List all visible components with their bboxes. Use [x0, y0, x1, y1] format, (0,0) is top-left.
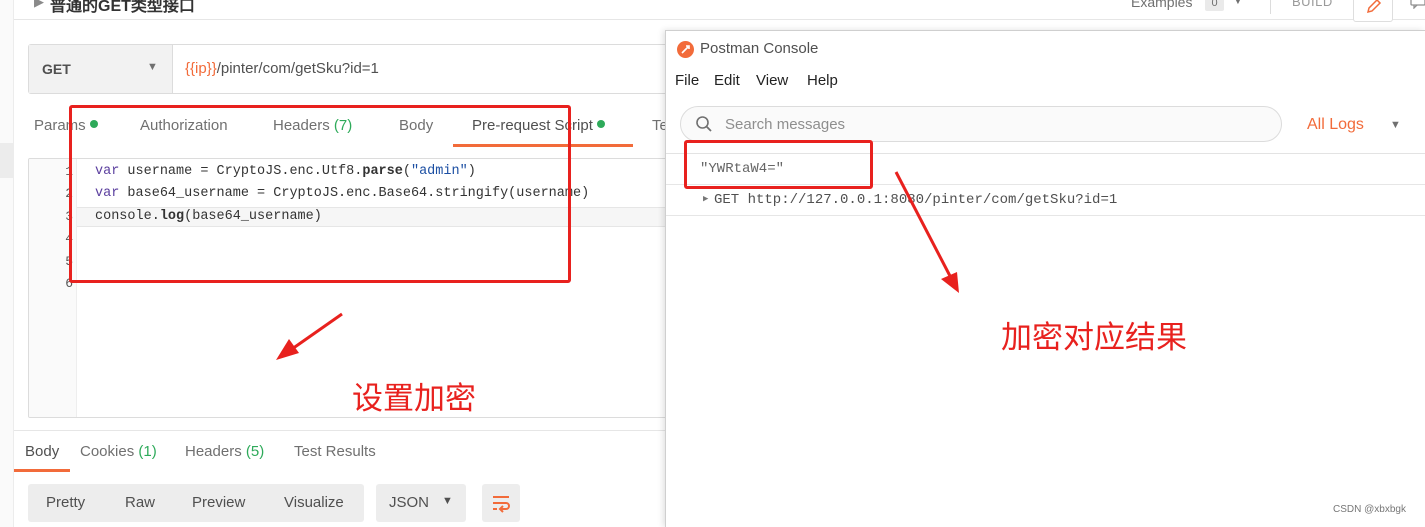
view-mode-group: Pretty Raw Preview Visualize — [28, 484, 364, 522]
annotation-box-script — [69, 105, 571, 283]
annotation-label-left: 设置加密 — [352, 381, 476, 416]
examples-count-badge: 0 — [1205, 0, 1224, 11]
expand-triangle-icon[interactable]: ▶ — [703, 194, 708, 204]
active-response-tab-indicator — [14, 469, 70, 472]
build-label[interactable]: BUILD — [1292, 0, 1333, 9]
tab-response-body[interactable]: Body — [25, 443, 59, 460]
pretty-button[interactable]: Pretty — [46, 494, 85, 511]
line-number: 4 — [65, 231, 73, 246]
annotation-box-result — [684, 140, 873, 189]
request-title[interactable]: 普通的GET类型接口 — [50, 0, 195, 16]
visualize-button[interactable]: Visualize — [284, 494, 344, 511]
search-placeholder: Search messages — [725, 116, 846, 133]
log-message: GET http://127.0.0.1:8080/pinter/com/get… — [714, 192, 1118, 208]
url-bar: GET ▼ {{ip}}/pinter/com/getSku?id=1 — [28, 44, 678, 94]
cookies-count: (1) — [138, 443, 157, 460]
url-variable: {{ip}} — [185, 60, 217, 77]
format-select[interactable]: JSON ▼ — [376, 484, 466, 522]
line-number: 2 — [65, 186, 73, 201]
menu-view[interactable]: View — [756, 72, 788, 89]
examples-label[interactable]: Examples — [1131, 0, 1192, 10]
response-headers-count: (5) — [245, 443, 265, 460]
preview-button[interactable]: Preview — [192, 494, 245, 511]
tab-cookies[interactable]: Cookies (1) — [80, 443, 157, 460]
log-filter-select[interactable]: All Logs — [1307, 116, 1364, 134]
postman-console-window: Postman Console File Edit View Help Sear… — [665, 30, 1425, 527]
request-header-bar: ▶ 普通的GET类型接口 Examples 0 ▼ BUILD — [14, 0, 1425, 22]
format-label: JSON — [389, 494, 430, 511]
line-number: 5 — [65, 254, 73, 269]
comments-button[interactable] — [1402, 0, 1425, 18]
url-path: /pinter/com/getSku?id=1 — [216, 60, 379, 77]
console-title: Postman Console — [700, 40, 819, 57]
line-number: 6 — [65, 276, 73, 291]
watermark: CSDN @xbxbgk — [1333, 504, 1406, 515]
wrap-lines-icon — [493, 496, 510, 513]
response-tabs: Body Cookies (1) Headers (5) Test Result… — [14, 430, 674, 474]
chevron-down-icon[interactable]: ▼ — [1390, 119, 1401, 131]
edit-button[interactable] — [1353, 0, 1393, 22]
pencil-icon — [1366, 0, 1382, 14]
comment-icon — [1410, 0, 1425, 9]
menu-edit[interactable]: Edit — [714, 72, 740, 89]
sidebar-selected-marker — [0, 143, 14, 178]
url-input[interactable]: {{ip}}/pinter/com/getSku?id=1 — [185, 60, 379, 77]
menu-file[interactable]: File — [675, 72, 699, 89]
wrap-lines-button[interactable] — [482, 484, 520, 522]
annotation-label-right: 加密对应结果 — [1001, 320, 1187, 355]
header-divider — [1270, 0, 1271, 14]
line-number: 3 — [65, 209, 73, 224]
chevron-down-icon: ▼ — [147, 61, 158, 73]
raw-button[interactable]: Raw — [125, 494, 155, 511]
script-status-dot — [596, 120, 605, 128]
menu-help[interactable]: Help — [807, 72, 838, 89]
log-entry[interactable]: ▶ GET http://127.0.0.1:8080/pinter/com/g… — [666, 186, 1425, 216]
console-search-input[interactable]: Search messages — [680, 106, 1282, 142]
examples-dropdown-icon[interactable]: ▼ — [1232, 0, 1244, 7]
line-number: 1 — [65, 164, 73, 179]
method-label: GET — [42, 61, 71, 77]
search-icon — [696, 116, 712, 132]
postman-logo-icon — [677, 41, 694, 58]
chevron-down-icon: ▼ — [442, 495, 453, 507]
tab-response-headers[interactable]: Headers (5) — [185, 443, 264, 460]
left-sidebar-strip — [0, 0, 14, 527]
tab-test-results[interactable]: Test Results — [294, 443, 376, 460]
collapse-triangle-icon[interactable]: ▶ — [34, 0, 44, 10]
method-select[interactable]: GET ▼ — [29, 45, 173, 93]
